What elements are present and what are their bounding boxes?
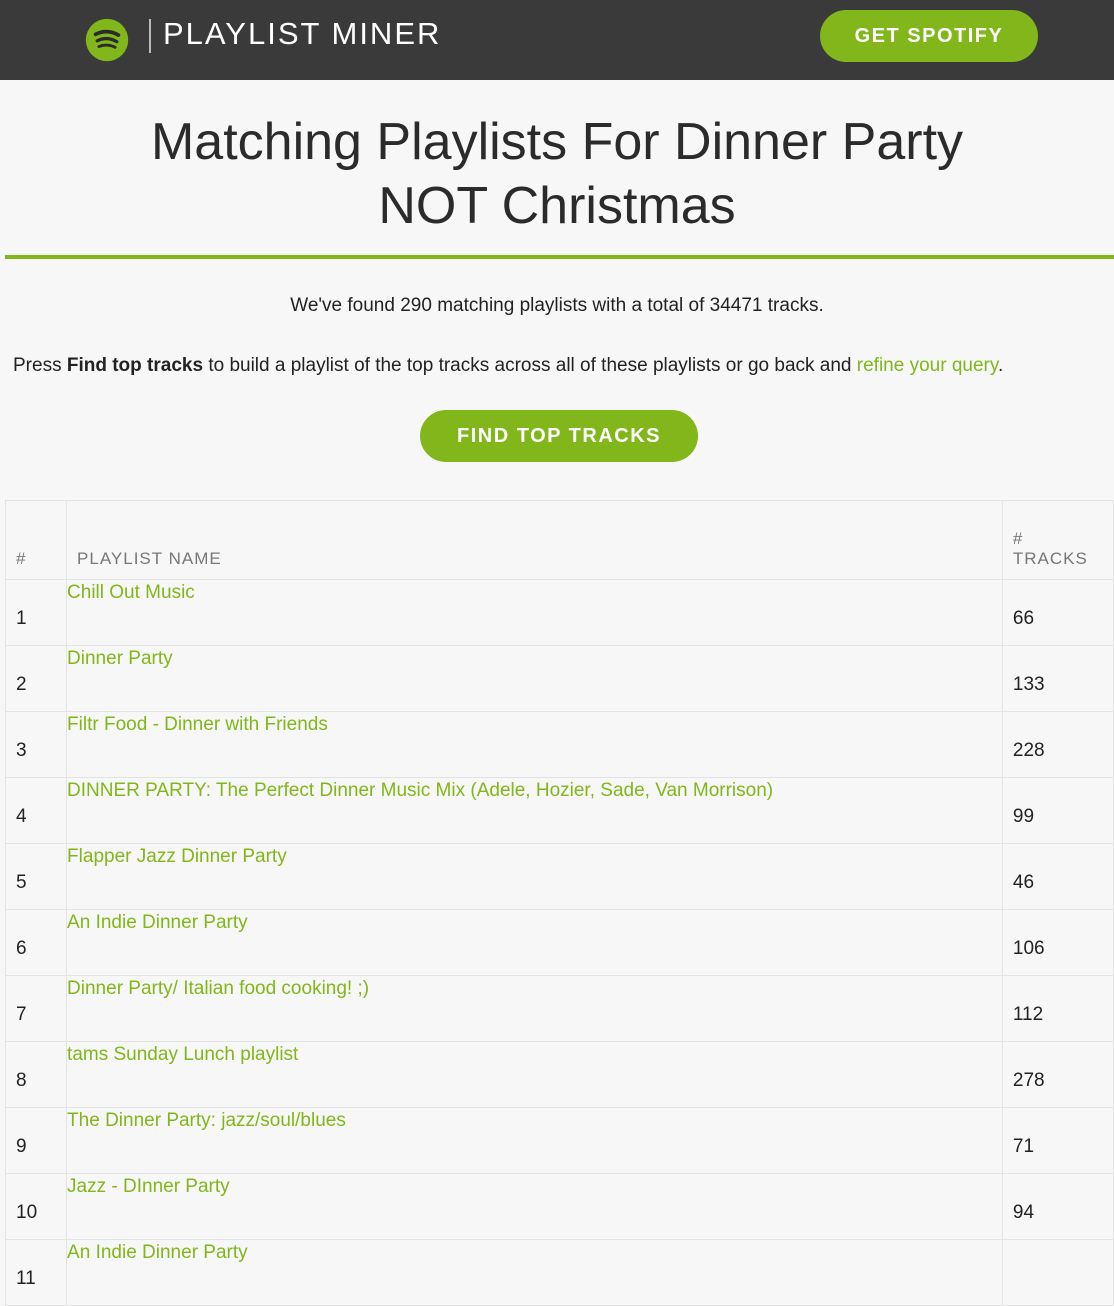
playlist-link[interactable]: An Indie Dinner Party: [67, 1242, 248, 1263]
table-row: 2 Dinner Party 133: [4, 645, 1114, 712]
table-row: 11 An Indie Dinner Party: [4, 1239, 1114, 1306]
header-num: #: [4, 500, 68, 580]
table-row: 10 Jazz - DInner Party 94: [4, 1173, 1114, 1240]
table-row: 1 Chill Out Music 66: [4, 579, 1114, 646]
playlist-name-cell: Dinner Party/ Italian food cooking! ;): [66, 975, 1003, 1042]
row-num: 10: [4, 1173, 68, 1240]
row-tracks: 46: [1001, 843, 1114, 910]
playlist-name-cell: Filtr Food - Dinner with Friends: [66, 711, 1003, 778]
row-tracks: 112: [1001, 975, 1114, 1042]
instructions-prefix: Press: [13, 355, 67, 376]
playlist-link[interactable]: tams Sunday Lunch playlist: [67, 1044, 298, 1065]
playlist-link[interactable]: Flapper Jazz Dinner Party: [67, 846, 287, 867]
find-top-tracks-button[interactable]: FIND TOP TRACKS: [420, 410, 698, 462]
instructions-bold: Find top tracks: [66, 355, 204, 376]
row-num: 11: [4, 1239, 68, 1306]
playlist-name-cell: Dinner Party: [66, 645, 1003, 712]
title-section: Matching Playlists For Dinner Party NOT …: [0, 110, 1114, 238]
playlist-name-cell: tams Sunday Lunch playlist: [66, 1041, 1003, 1108]
playlist-link[interactable]: An Indie Dinner Party: [67, 912, 248, 933]
playlist-link[interactable]: Dinner Party: [67, 648, 173, 669]
table-header-row: # PLAYLIST NAME # TRACKS: [4, 500, 1114, 580]
playlist-link[interactable]: DINNER PARTY: The Perfect Dinner Music M…: [67, 780, 773, 801]
playlist-name-cell: The Dinner Party: jazz/soul/blues: [66, 1107, 1003, 1174]
playlist-name-cell: Chill Out Music: [66, 579, 1003, 646]
playlist-link[interactable]: The Dinner Party: jazz/soul/blues: [67, 1110, 346, 1131]
playlist-link[interactable]: Chill Out Music: [67, 582, 195, 603]
row-tracks: 94: [1001, 1173, 1114, 1240]
playlist-link[interactable]: Dinner Party/ Italian food cooking! ;): [67, 978, 369, 999]
table-row: 7 Dinner Party/ Italian food cooking! ;)…: [4, 975, 1114, 1042]
playlist-name-cell: An Indie Dinner Party: [66, 1239, 1003, 1306]
results-summary: We've found 290 matching playlists with …: [290, 295, 824, 316]
spotify-logo-icon[interactable]: [80, 18, 134, 62]
row-tracks: 228: [1001, 711, 1114, 778]
row-num: 8: [4, 1041, 68, 1108]
row-tracks: 71: [1001, 1107, 1114, 1174]
row-num: 2: [4, 645, 68, 712]
playlist-link[interactable]: Jazz - DInner Party: [67, 1176, 230, 1197]
row-tracks: 99: [1001, 777, 1114, 844]
playlist-link[interactable]: Filtr Food - Dinner with Friends: [67, 714, 328, 735]
brand-name[interactable]: PLAYLIST MINER: [163, 16, 441, 52]
row-tracks: 66: [1001, 579, 1114, 646]
header-tracks: # TRACKS: [1001, 500, 1114, 580]
brand-divider: [149, 19, 151, 53]
table-row: 4 DINNER PARTY: The Perfect Dinner Music…: [4, 777, 1114, 844]
row-num: 4: [4, 777, 68, 844]
row-num: 7: [4, 975, 68, 1042]
table-row: 3 Filtr Food - Dinner with Friends 228: [4, 711, 1114, 778]
get-spotify-button[interactable]: GET SPOTIFY: [820, 10, 1038, 62]
title-divider: [5, 255, 1114, 259]
row-tracks: 133: [1001, 645, 1114, 712]
top-navbar: PLAYLIST MINER GET SPOTIFY: [0, 0, 1114, 80]
row-num: 3: [4, 711, 68, 778]
row-num: 6: [4, 909, 68, 976]
playlist-name-cell: DINNER PARTY: The Perfect Dinner Music M…: [66, 777, 1003, 844]
playlist-name-cell: Jazz - DInner Party: [66, 1173, 1003, 1240]
row-num: 9: [4, 1107, 68, 1174]
page-title: Matching Playlists For Dinner Party NOT …: [150, 113, 964, 235]
table-row: 6 An Indie Dinner Party 106: [4, 909, 1114, 976]
row-tracks: 278: [1001, 1041, 1114, 1108]
header-tracks-line2: TRACKS: [1012, 549, 1088, 568]
row-num: 5: [4, 843, 68, 910]
refine-query-link[interactable]: refine your query: [857, 355, 998, 376]
table-row: 9 The Dinner Party: jazz/soul/blues 71: [4, 1107, 1114, 1174]
row-num: 1: [4, 579, 68, 646]
header-playlist-name: PLAYLIST NAME: [66, 500, 1003, 580]
instructions-suffix: .: [997, 355, 1004, 376]
header-tracks-line1: #: [1012, 529, 1024, 548]
playlist-name-cell: Flapper Jazz Dinner Party: [66, 843, 1003, 910]
row-tracks: 106: [1001, 909, 1114, 976]
row-tracks: [1001, 1239, 1114, 1306]
table-body: 1 Chill Out Music 66 2 Dinner Party 1 33 …: [4, 579, 1114, 1306]
table-row: 8 tams Sunday Lunch playlist 278: [4, 1041, 1114, 1108]
playlists-table: # PLAYLIST NAME # TRACKS 1 Chill Out Musi…: [4, 500, 1114, 1306]
playlist-name-cell: An Indie Dinner Party: [66, 909, 1003, 976]
table-row: 5 Flapper Jazz Dinner Party 46: [4, 843, 1114, 910]
instructions-text: Press Find top tracks to build a playlis…: [13, 355, 1003, 377]
instructions-middle: to build a playlist of the top tracks ac…: [203, 355, 857, 376]
